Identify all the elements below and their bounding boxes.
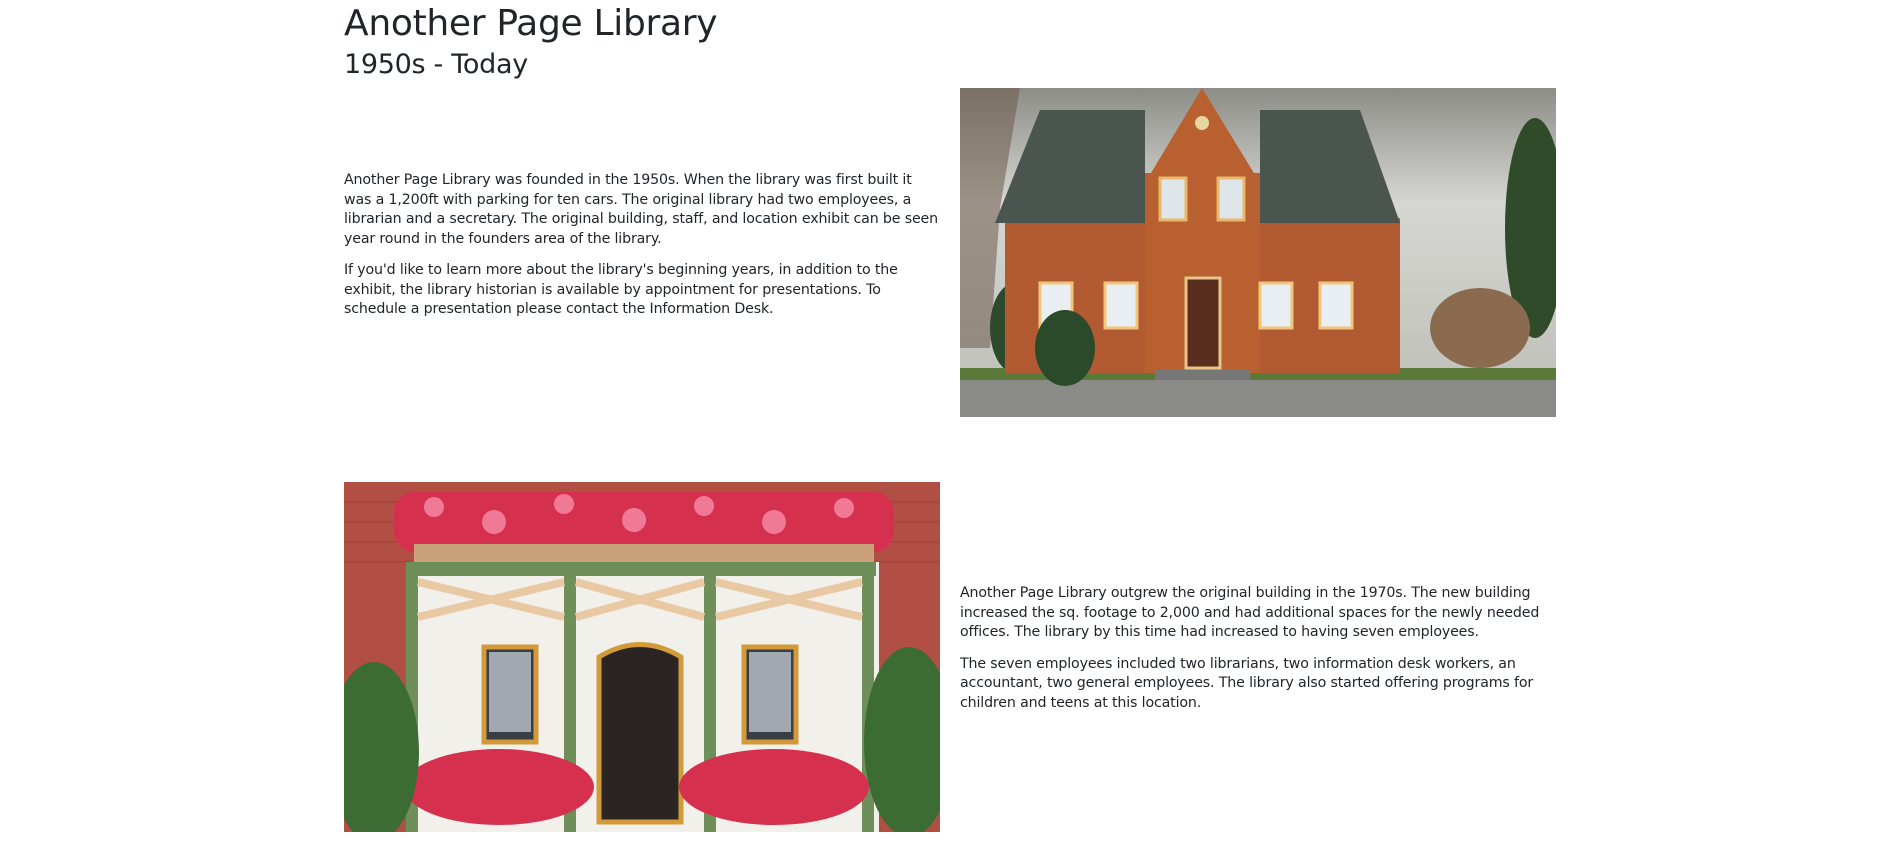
history-1970s-text: Another Page Library outgrew the origina…	[960, 584, 1556, 725]
history-1950s-paragraph-2: If you'd like to learn more about the li…	[344, 262, 898, 317]
history-1950s-paragraph-1: Another Page Library was founded in the …	[344, 172, 938, 247]
original-library-building-photo	[960, 88, 1556, 417]
history-1970s-paragraph-2: The seven employees included two librari…	[960, 655, 1534, 711]
porch-with-flowers-photo	[344, 482, 940, 832]
history-1970s-paragraph-1: Another Page Library outgrew the origina…	[960, 585, 1540, 640]
page-title: Another Page Library	[344, 3, 718, 44]
history-1950s-text: Another Page Library was founded in the …	[344, 171, 940, 332]
page-subtitle: 1950s - Today	[344, 49, 528, 80]
